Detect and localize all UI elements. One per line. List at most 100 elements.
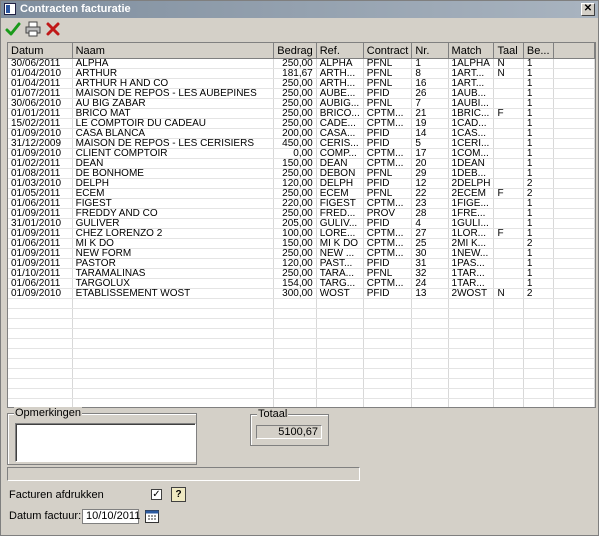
cell-datum: 30/06/2011 — [8, 58, 73, 69]
table-row[interactable]: 01/06/2011 TARGOLUX 154,00 TARG... CPTM... 24… — [8, 278, 595, 289]
column-header-match[interactable]: Match — [448, 43, 495, 59]
table-row[interactable]: 01/09/2011 FREDDY AND CO 250,00 FRED... PROV… — [8, 208, 595, 219]
cell-match: 2WOST — [448, 288, 495, 299]
column-header-taal[interactable]: Taal — [493, 43, 524, 59]
cell-be: 2 — [523, 188, 554, 199]
table-row[interactable]: 15/02/2011 LE COMPTOIR DU CADEAU 250,00 CAD… — [8, 118, 595, 129]
column-header-ref[interactable]: Ref. — [316, 43, 364, 59]
table-row[interactable]: 01/09/2010 ETABLISSEMENT WOST 300,00 WOST PF… — [8, 288, 595, 299]
table-row[interactable]: 01/05/2011 ECEM 250,00 ECEM PFNL 22 2ECEM F 2 — [8, 188, 595, 199]
table-row[interactable]: 01/09/2010 CASA BLANCA 200,00 CASA... PFID 14… — [8, 128, 595, 139]
cell-contract: CPTM... — [363, 228, 413, 239]
column-header-nr[interactable]: Nr. — [411, 43, 449, 59]
cell-filler — [553, 278, 595, 289]
empty-cell — [448, 328, 495, 339]
column-header-be[interactable]: Be... — [523, 43, 554, 59]
cell-match: 1AUBI... — [448, 98, 495, 109]
empty-cell — [523, 318, 554, 329]
cell-be: 1 — [523, 148, 554, 159]
empty-table-row — [8, 318, 595, 329]
table-row[interactable]: 01/04/2011 ARTHUR H AND CO 250,00 ARTH... PF… — [8, 78, 595, 89]
cell-datum: 01/03/2010 — [8, 178, 73, 189]
cell-datum: 01/09/2010 — [8, 128, 73, 139]
cell-ref: ARTH... — [316, 78, 364, 89]
help-button[interactable]: ? — [171, 487, 186, 502]
cell-be: 1 — [523, 168, 554, 179]
table-row[interactable]: 31/12/2009 MAISON DE REPOS - LES CERISIER… — [8, 138, 595, 149]
table-row[interactable]: 01/01/2011 BRICO MAT 250,00 BRICO... CPTM...… — [8, 108, 595, 119]
cell-naam: ECEM — [72, 188, 275, 199]
cell-ref: AUBIG... — [316, 98, 364, 109]
column-header-naam[interactable]: Naam — [72, 43, 275, 59]
table-row[interactable]: 01/09/2011 PASTOR 120,00 PAST... PFID 31 1PAS.… — [8, 258, 595, 269]
cell-bedrag: 250,00 — [273, 248, 317, 259]
table-row[interactable]: 01/10/2011 TARAMALINAS 250,00 TARA... PFNL 32… — [8, 268, 595, 279]
facturen-afdrukken-checkbox[interactable]: ✓ — [151, 489, 162, 500]
table-row[interactable]: 01/02/2011 DEAN 150,00 DEAN CPTM... 20 1DEAN 1 — [8, 158, 595, 169]
table-row[interactable]: 01/09/2011 CHEZ LORENZO 2 100,00 LORE... CPT… — [8, 228, 595, 239]
cell-ref: DEBON — [316, 168, 364, 179]
close-button[interactable]: ✕ — [581, 3, 595, 16]
cell-ref: TARA... — [316, 268, 364, 279]
contracts-table[interactable]: Datum Naam Bedrag Ref. Contract Nr. Matc… — [7, 42, 596, 408]
opmerkingen-textarea[interactable] — [15, 423, 196, 462]
empty-cell — [553, 378, 595, 389]
cell-filler — [553, 148, 595, 159]
empty-cell — [8, 358, 73, 369]
delete-button[interactable] — [44, 20, 62, 38]
table-row[interactable]: 01/03/2010 DELPH 120,00 DELPH PFID 12 2DELPH 2 — [8, 178, 595, 189]
cell-naam: FIGEST — [72, 198, 275, 209]
cell-taal — [493, 158, 524, 169]
table-row[interactable]: 01/08/2011 DE BONHOME 250,00 DEBON PFNL 29 1DE… — [8, 168, 595, 179]
table-row[interactable]: 01/07/2011 MAISON DE REPOS - LES AUBEPINE… — [8, 88, 595, 99]
datum-factuur-input[interactable]: 10/10/2011 — [82, 509, 140, 524]
table-row[interactable]: 31/01/2010 GULIVER 205,00 GULIV... PFID 4 1GUL… — [8, 218, 595, 229]
table-row[interactable]: 01/06/2011 MI K DO 150,00 MI K DO CPTM... 25 2… — [8, 238, 595, 249]
table-row[interactable]: 01/04/2010 ARTHUR 181,67 ARTH... PFNL 8 1ART..… — [8, 68, 595, 79]
table-row[interactable]: 01/09/2011 NEW FORM 250,00 NEW ... CPTM... 30… — [8, 248, 595, 259]
cell-ref: DELPH — [316, 178, 364, 189]
cell-filler — [553, 198, 595, 209]
cell-naam: TARGOLUX — [72, 278, 275, 289]
cell-datum: 01/09/2011 — [8, 228, 73, 239]
print-button[interactable] — [24, 20, 42, 38]
cell-taal — [493, 98, 524, 109]
delete-icon — [46, 22, 60, 36]
window-icon — [4, 3, 16, 15]
cell-taal: F — [493, 188, 524, 199]
empty-cell — [363, 378, 413, 389]
cell-filler — [553, 288, 595, 299]
table-header-row: Datum Naam Bedrag Ref. Contract Nr. Matc… — [8, 43, 595, 59]
cell-nr: 1 — [411, 58, 449, 69]
cell-match: 1DEB... — [448, 168, 495, 179]
empty-cell — [448, 388, 495, 399]
cell-bedrag: 120,00 — [273, 178, 317, 189]
cell-nr: 17 — [411, 148, 449, 159]
empty-cell — [493, 398, 524, 407]
confirm-button[interactable] — [4, 20, 22, 38]
calendar-button[interactable] — [145, 509, 159, 523]
cell-contract: CPTM... — [363, 108, 413, 119]
empty-cell — [448, 348, 495, 359]
cell-datum: 01/10/2011 — [8, 268, 73, 279]
cell-contract: PFID — [363, 178, 413, 189]
empty-cell — [72, 298, 275, 309]
cell-filler — [553, 218, 595, 229]
column-header-contract[interactable]: Contract — [363, 43, 413, 59]
table-row[interactable]: 01/06/2011 FIGEST 220,00 FIGEST CPTM... 23 1FI… — [8, 198, 595, 209]
cell-naam: CASA BLANCA — [72, 128, 275, 139]
cell-filler — [553, 248, 595, 259]
column-header-datum[interactable]: Datum — [8, 43, 73, 59]
cell-naam: TARAMALINAS — [72, 268, 275, 279]
column-header-bedrag[interactable]: Bedrag — [273, 43, 317, 59]
cell-ref: FIGEST — [316, 198, 364, 209]
table-row[interactable]: 30/06/2011 ALPHA 250,00 ALPHA PFNL 1 1ALPHA N 1 — [8, 58, 595, 69]
cell-bedrag: 250,00 — [273, 188, 317, 199]
empty-cell — [411, 358, 449, 369]
table-row[interactable]: 01/09/2010 CLIENT COMPTOIR 0,00 COMP... CPTM… — [8, 148, 595, 159]
cell-contract: PFNL — [363, 78, 413, 89]
title-bar[interactable]: Contracten facturatie ✕ — [1, 1, 598, 18]
empty-cell — [493, 318, 524, 329]
table-row[interactable]: 30/06/2010 AU BIG ZABAR 250,00 AUBIG... PFNL… — [8, 98, 595, 109]
empty-table-row — [8, 368, 595, 379]
